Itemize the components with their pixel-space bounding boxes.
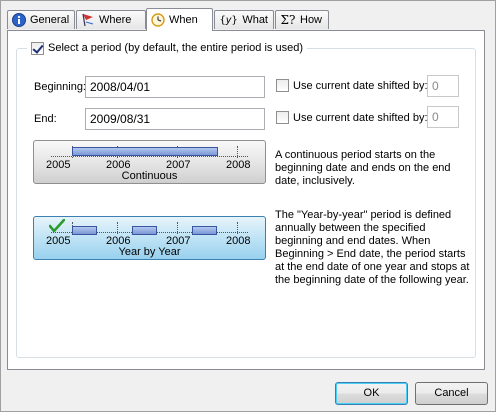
tab-when[interactable]: When bbox=[146, 8, 213, 31]
ok-button[interactable]: OK bbox=[335, 382, 408, 405]
continuous-period-button[interactable]: 2005 2006 2007 2008 Continuous bbox=[33, 140, 266, 184]
cancel-button[interactable]: Cancel bbox=[415, 382, 488, 405]
year-by-year-caption: Year by Year bbox=[118, 246, 181, 258]
continuous-caption: Continuous bbox=[121, 170, 178, 182]
tab-what-label: What bbox=[242, 14, 268, 26]
end-shift-option[interactable]: Use current date shifted by: bbox=[276, 111, 428, 124]
tab-what[interactable]: {y} What bbox=[214, 10, 274, 29]
beginning-shift-label: Use current date shifted by: bbox=[293, 79, 428, 92]
beginning-date-input[interactable]: 2008/04/01 bbox=[85, 76, 265, 98]
end-shift-checkbox[interactable] bbox=[276, 111, 289, 124]
year-by-year-period-button[interactable]: 2005 2006 2007 2008 Year by Year bbox=[33, 216, 266, 260]
tab-where-label: Where bbox=[99, 14, 132, 26]
tab-where[interactable]: Where bbox=[76, 10, 146, 29]
end-shift-label: Use current date shifted by: bbox=[293, 111, 428, 124]
yearly-period-bar bbox=[192, 226, 217, 235]
tab-general-label: General bbox=[30, 14, 70, 26]
clock-icon bbox=[151, 13, 165, 27]
select-period-option[interactable]: Select a period (by default, the entire … bbox=[27, 41, 307, 55]
tab-how[interactable]: Σ? How bbox=[275, 10, 329, 29]
select-period-checkbox[interactable] bbox=[31, 41, 44, 55]
beginning-shift-checkbox[interactable] bbox=[276, 79, 289, 92]
tab-when-label: When bbox=[169, 14, 198, 26]
sigma-icon: Σ? bbox=[280, 13, 296, 27]
info-icon bbox=[12, 13, 26, 27]
end-label: End: bbox=[34, 113, 57, 125]
end-shift-input[interactable]: 0 bbox=[427, 106, 459, 128]
tab-how-label: How bbox=[300, 14, 323, 26]
beginning-label: Beginning: bbox=[34, 81, 86, 93]
beginning-shift-input[interactable]: 0 bbox=[427, 75, 459, 97]
timeline-tick bbox=[177, 222, 178, 234]
continuous-period-bar bbox=[72, 147, 218, 156]
selected-check-icon bbox=[48, 218, 66, 236]
end-date-input[interactable]: 2009/08/31 bbox=[85, 108, 265, 130]
select-period-label: Select a period (by default, the entire … bbox=[48, 42, 303, 54]
yearly-period-bar bbox=[72, 226, 97, 235]
yearly-period-bar bbox=[132, 226, 157, 235]
beginning-shift-option[interactable]: Use current date shifted by: bbox=[276, 79, 428, 92]
timeline-tick bbox=[117, 222, 118, 234]
variable-icon: {y} bbox=[219, 14, 238, 26]
timeline-tick bbox=[237, 146, 238, 158]
flag-icon bbox=[81, 13, 95, 27]
timeline-tick bbox=[237, 222, 238, 234]
year-by-year-description: The "Year-by-year" period is defined ann… bbox=[275, 209, 470, 286]
tab-general[interactable]: General bbox=[7, 10, 75, 29]
continuous-description: A continuous period starts on the beginn… bbox=[275, 149, 451, 187]
timeline-axis bbox=[51, 156, 248, 157]
